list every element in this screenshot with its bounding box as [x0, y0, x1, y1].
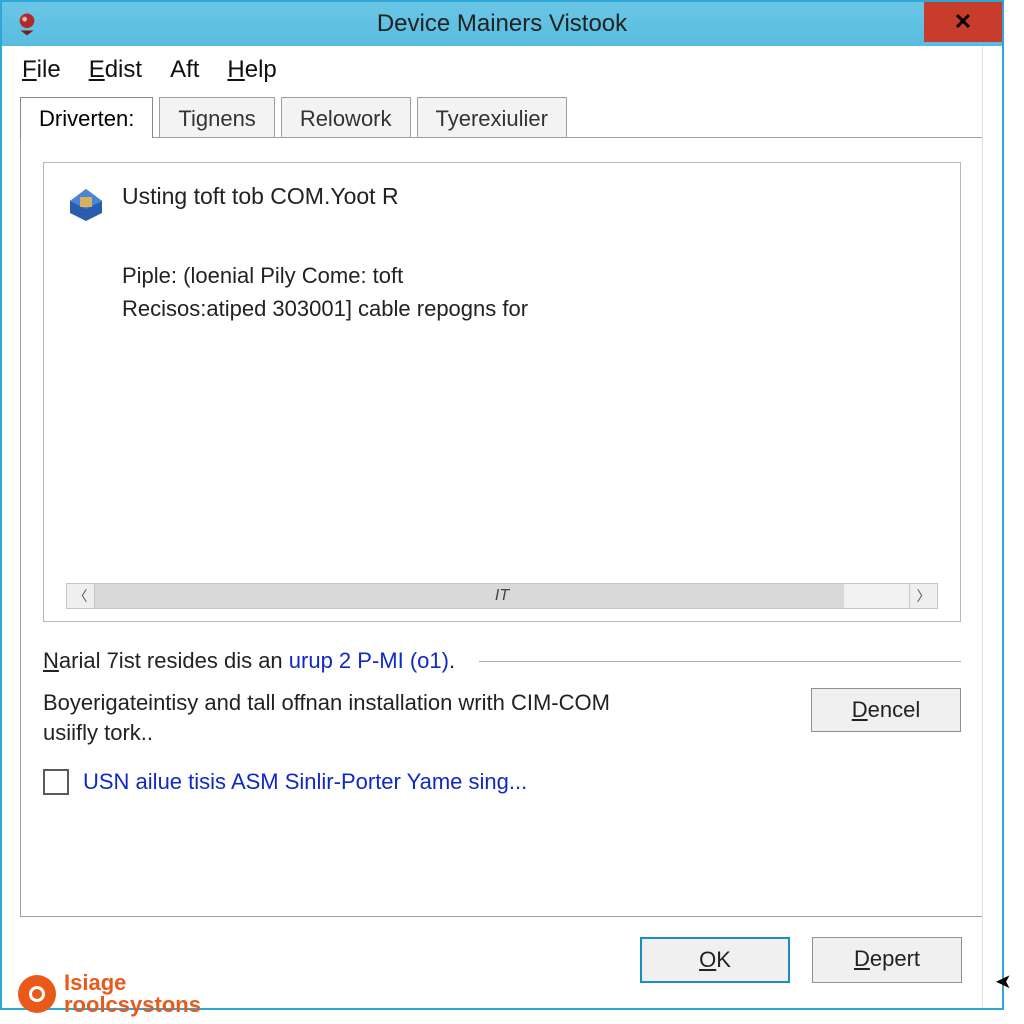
horizontal-scrollbar[interactable]: 〈 IT 〉	[66, 583, 938, 609]
device-info-box: Usting toft tob COM.Yoot R Piple: (loeni…	[43, 162, 961, 622]
menu-file[interactable]: File	[22, 56, 61, 84]
menu-help[interactable]: Help	[227, 56, 276, 84]
watermark: Isiage roolcsystons	[18, 972, 201, 1016]
watermark-line2: roolcsystons	[64, 994, 201, 1016]
tab-driverten[interactable]: Driverten:	[20, 97, 153, 138]
watermark-line1: Isiage	[64, 972, 201, 994]
device-icon	[66, 183, 106, 223]
menu-edist[interactable]: Edist	[89, 56, 142, 84]
usn-checkbox[interactable]	[43, 769, 69, 795]
device-title: Usting toft tob COM.Yoot R	[122, 183, 399, 210]
narial-line: Narial 7ist resides dis an urup 2 P-MI (…	[43, 648, 961, 674]
boyer-description: Boyerigateintisy and tall offnan install…	[43, 688, 643, 747]
scroll-right-arrow-icon[interactable]: 〉	[909, 584, 937, 608]
ok-button[interactable]: OK	[640, 937, 790, 983]
tabstrip: Driverten: Tignens Relowork Tyerexiulier	[20, 96, 984, 137]
titlebar: Device Mainers Vistook ✕	[2, 2, 1002, 46]
boyer-row: Boyerigateintisy and tall offnan install…	[43, 688, 961, 747]
dencel-button[interactable]: Dencel	[811, 688, 961, 732]
close-icon: ✕	[954, 9, 972, 35]
device-piple-line: Piple: (loenial Pily Come: toft	[122, 259, 938, 292]
scroll-left-arrow-icon[interactable]: 〈	[67, 584, 95, 608]
dialog-window: Device Mainers Vistook ✕ File Edist Aft …	[0, 0, 1004, 1010]
scroll-thumb[interactable]	[95, 584, 844, 608]
below-area: Narial 7ist resides dis an urup 2 P-MI (…	[43, 648, 961, 795]
watermark-icon	[18, 975, 56, 1013]
client-area: Driverten: Tignens Relowork Tyerexiulier…	[20, 96, 984, 983]
window-title: Device Mainers Vistook	[2, 10, 1002, 38]
usn-row: USN ailue tisis ASM Sinlir-Porter Yame s…	[43, 769, 961, 795]
narial-link[interactable]: urup 2 P-MI (o1)	[289, 648, 449, 673]
tabpage-driverten: Usting toft tob COM.Yoot R Piple: (loeni…	[20, 137, 984, 917]
separator-rule	[479, 661, 961, 662]
tab-tyerexiulier[interactable]: Tyerexiulier	[417, 97, 567, 138]
app-icon	[14, 11, 40, 37]
tab-relowork[interactable]: Relowork	[281, 97, 411, 138]
device-details: Piple: (loenial Pily Come: toft Recisos:…	[122, 259, 938, 325]
tab-tignens[interactable]: Tignens	[159, 97, 274, 138]
scroll-track[interactable]: IT	[95, 584, 909, 608]
device-recisos-line: Recisos:atiped 303001] cable repogns for	[122, 292, 938, 325]
usn-link[interactable]: USN ailue tisis ASM Sinlir-Porter Yame s…	[83, 769, 527, 795]
depert-button[interactable]: Depert	[812, 937, 962, 983]
menubar: File Edist Aft Help	[2, 46, 1002, 92]
close-button[interactable]: ✕	[924, 2, 1002, 42]
menu-aft[interactable]: Aft	[170, 56, 199, 84]
window-border-right	[982, 46, 1002, 1008]
